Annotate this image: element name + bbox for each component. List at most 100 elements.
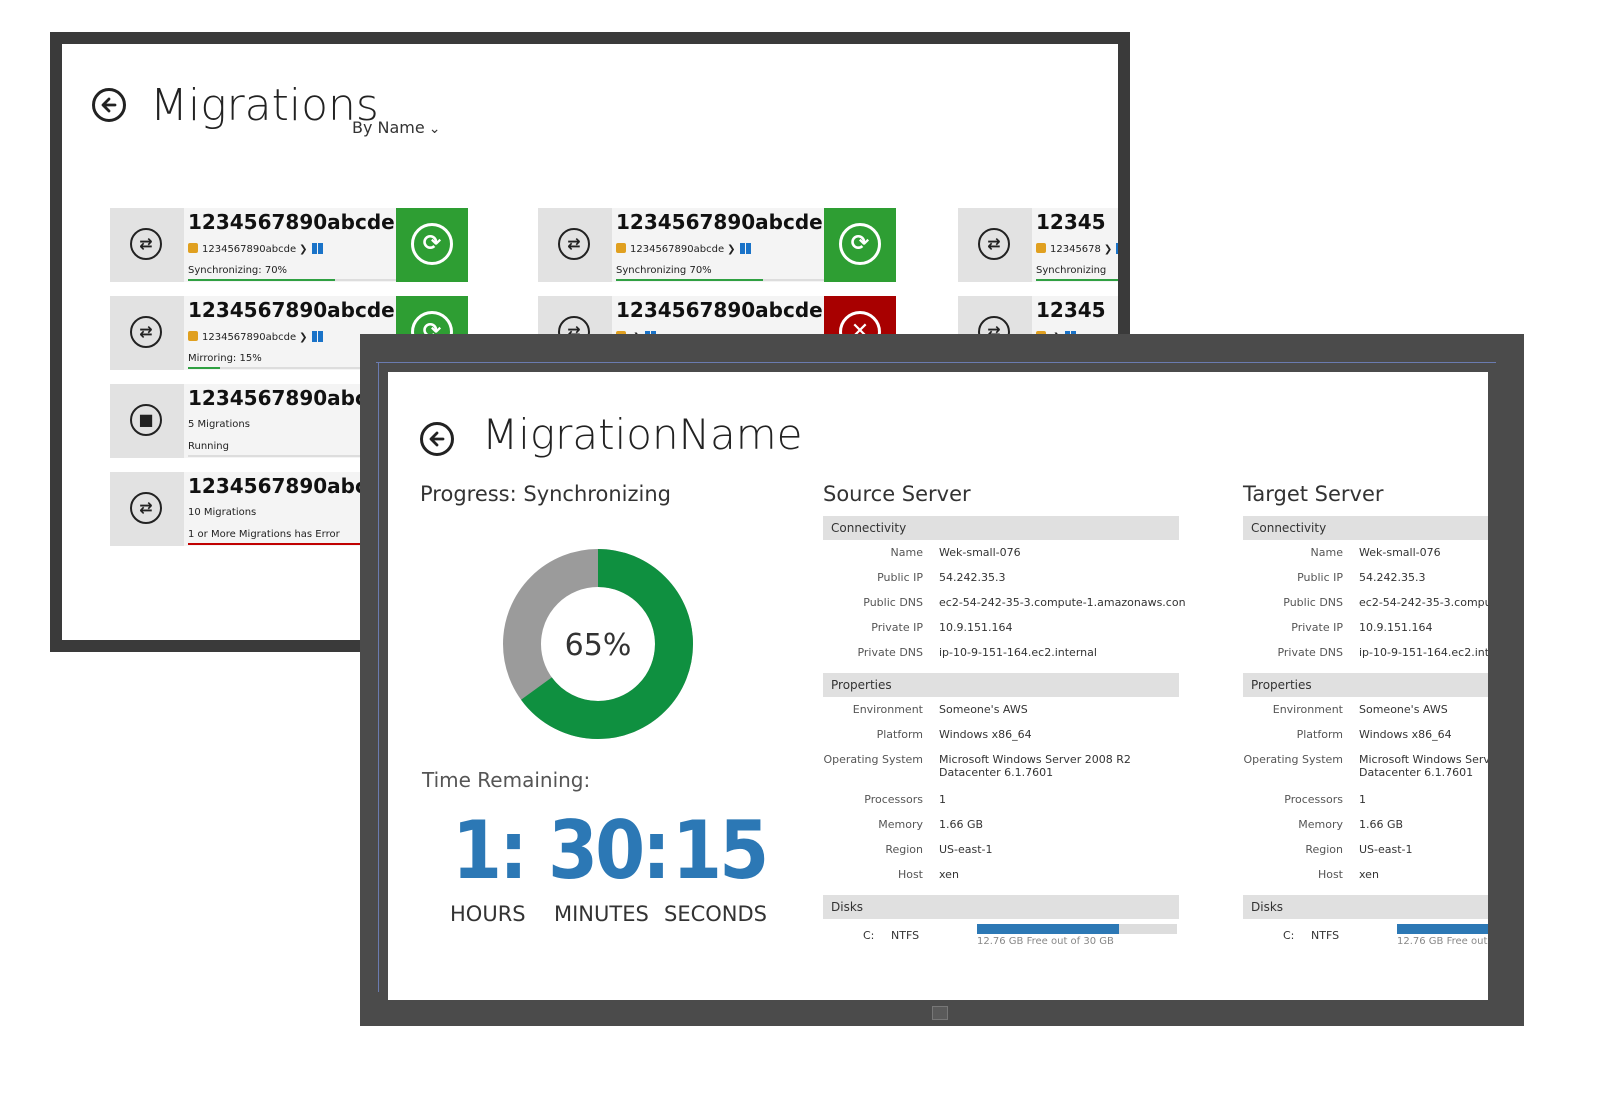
back-button[interactable] [420, 422, 454, 456]
field-value: Wek-small-076 [939, 546, 1021, 559]
properties-header: Properties [1243, 673, 1488, 697]
field-label: Name [890, 546, 923, 559]
migration-tile[interactable]: ⇄ 12345 12345678 ❯ Synchronizing [958, 208, 1118, 282]
back-button[interactable] [92, 88, 126, 122]
field-value: ec2-54-242-35-3.compute-1.amazonaws.con [939, 596, 1186, 609]
field-value: Someone's AWS [939, 703, 1028, 716]
field-label: Environment [1272, 703, 1343, 716]
folder-icon: ■ [130, 404, 162, 436]
progress-label: Progress: Synchronizing [420, 482, 671, 506]
chevron-right-icon: ❯ [1103, 244, 1113, 255]
migration-detail-screen: MigrationName Progress: Synchronizing 65… [388, 372, 1488, 1000]
field-label: Memory [878, 818, 923, 831]
target-connectivity-row: Name Wek-small-076 [1243, 540, 1488, 565]
progress-donut: 65% [503, 549, 693, 739]
swap-arrows-icon: ⇄ [558, 228, 590, 260]
disk-drive: C: [1283, 929, 1295, 942]
migration-progress-bar [188, 279, 398, 281]
package-icon [616, 243, 626, 253]
progress-fill [616, 279, 763, 281]
arrow-left-icon [429, 431, 445, 447]
field-value: ip-10-9-151-164.ec2.internal [939, 646, 1097, 659]
target-connectivity-row: Public IP 54.242.35.3 [1243, 565, 1488, 590]
refresh-icon: ⟳ [411, 223, 453, 265]
connectivity-header: Connectivity [823, 516, 1179, 540]
migration-route: 1234567890abcde ❯ [188, 243, 323, 255]
target-properties-row: Operating System Microsoft Windows Serv Da… [1243, 747, 1488, 787]
swap-arrows-icon: ⇄ [978, 228, 1010, 260]
field-label: Private IP [1291, 621, 1343, 634]
field-value: US-east-1 [939, 843, 993, 856]
migration-source: 1234567890abcde [202, 244, 297, 255]
migration-route: 1234567890abcde ❯ [616, 243, 751, 255]
field-value: 10.9.151.164 [939, 621, 1013, 634]
frame-guide [378, 362, 379, 992]
field-label: Environment [852, 703, 923, 716]
field-value: ec2-54-242-35-3.compu [1359, 596, 1488, 609]
migration-status: 1 or More Migrations has Error [188, 529, 340, 540]
sync-migration-button[interactable]: ⟳ [824, 208, 896, 282]
swap-arrows-icon: ⇄ [130, 228, 162, 260]
target-connectivity-row: Private DNS ip-10-9-151-164.ec2.inter [1243, 640, 1488, 665]
migration-tile[interactable]: ⇄ 1234567890abcde 1234567890abcde ❯ Synchron… [110, 208, 468, 282]
windows-home-button[interactable] [932, 1006, 948, 1020]
source-server-heading: Source Server [823, 482, 971, 506]
field-label: Region [1305, 843, 1343, 856]
progress-fill [188, 279, 335, 281]
chevron-right-icon: ❯ [727, 244, 736, 255]
field-value: xen [939, 868, 959, 881]
field-label: Name [1310, 546, 1343, 559]
migration-tile-icon: ⇄ [110, 472, 184, 546]
field-label: Platform [1296, 728, 1343, 741]
properties-header: Properties [823, 673, 1179, 697]
migration-tile[interactable]: ⇄ 1234567890abcde 1234567890abcde ❯ Synchron… [538, 208, 896, 282]
arrow-left-icon [101, 97, 117, 113]
migration-source: 1234567890abcde [202, 332, 297, 343]
seconds-value: 15 [672, 804, 769, 897]
field-value: 10.9.151.164 [1359, 621, 1433, 634]
disk-usage-fill [1397, 924, 1488, 934]
disk-usage-bar [977, 924, 1177, 934]
sort-dropdown[interactable]: By Name ⌄ [352, 118, 440, 137]
field-label: Private DNS [1277, 646, 1343, 659]
source-properties-row: Platform Windows x86_64 [823, 722, 1179, 747]
disks-header: Disks [823, 895, 1179, 919]
migration-source: 1234567890abcde [630, 244, 725, 255]
field-label: Public DNS [1283, 596, 1343, 609]
migration-source: 12345678 [1050, 244, 1101, 255]
source-connectivity-row: Public DNS ec2-54-242-35-3.compute-1.amaz… [823, 590, 1185, 615]
migration-status: Synchronizing [1036, 265, 1107, 276]
package-icon [188, 243, 198, 253]
disk-drive: C: [863, 929, 875, 942]
migration-name: 1234567890abcde [616, 298, 823, 322]
hours-label: HOURS [450, 902, 526, 926]
connectivity-header: Connectivity [1243, 516, 1488, 540]
source-connectivity-row: Public IP 54.242.35.3 [823, 565, 1179, 590]
field-value: US-east-1 [1359, 843, 1413, 856]
migration-name: 1234567890abcde [188, 210, 395, 234]
migration-source: 5 Migrations [188, 419, 250, 430]
source-properties-row: Region US-east-1 [823, 837, 1179, 862]
field-value: Windows x86_64 [1359, 728, 1452, 741]
migration-tile-icon: ⇄ [110, 208, 184, 282]
migration-progress-bar [616, 279, 826, 281]
field-label: Host [897, 868, 923, 881]
disk-usage-bar [1397, 924, 1488, 934]
migration-status: Mirroring: 15% [188, 353, 262, 364]
migration-name: 12345 [1036, 298, 1106, 322]
progress-fill [1036, 279, 1118, 281]
field-value: 54.242.35.3 [1359, 571, 1426, 584]
target-properties-row: Processors 1 [1243, 787, 1488, 812]
source-properties-row: Processors 1 [823, 787, 1179, 812]
migration-detail-window: MigrationName Progress: Synchronizing 65… [360, 334, 1524, 1026]
field-label: Region [885, 843, 923, 856]
source-connectivity-row: Name Wek-small-076 [823, 540, 1179, 565]
field-value: Windows x86_64 [939, 728, 1032, 741]
sync-migration-button[interactable]: ⟳ [396, 208, 468, 282]
minutes-label: MINUTES [554, 902, 649, 926]
field-value: Someone's AWS [1359, 703, 1448, 716]
field-label: Public IP [877, 571, 923, 584]
migration-status: Synchronizing 70% [616, 265, 712, 276]
frame-guide [376, 362, 1496, 363]
field-label: Public IP [1297, 571, 1343, 584]
